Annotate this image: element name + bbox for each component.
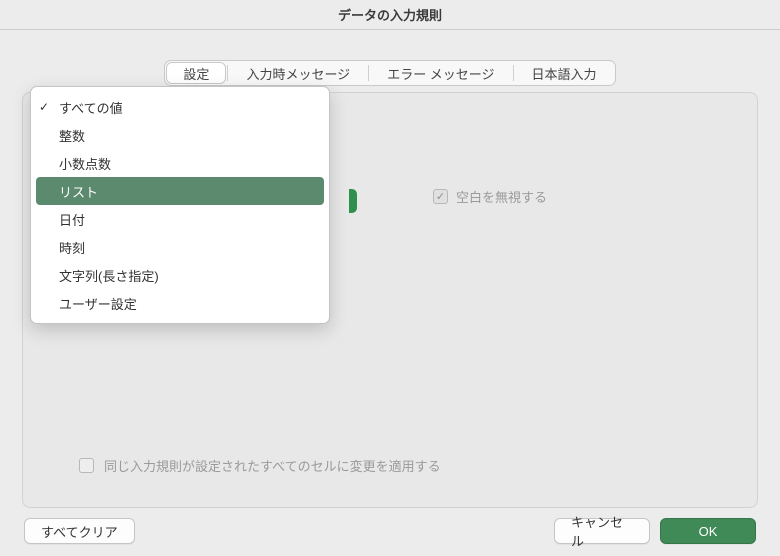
tab-error-message-label: エラー メッセージ <box>387 64 494 83</box>
apply-changes-label: 同じ入力規則が設定されたすべてのセルに変更を適用する <box>104 456 441 475</box>
dialog-footer: すべてクリア キャンセル OK <box>22 508 758 544</box>
cancel-button[interactable]: キャンセル <box>554 518 650 544</box>
allow-menu-item-label: すべての値 <box>59 98 123 117</box>
allow-menu-item-label: 文字列(長さ指定) <box>59 266 159 285</box>
clear-all-button[interactable]: すべてクリア <box>24 518 135 544</box>
tab-ime-label: 日本語入力 <box>532 64 597 83</box>
allow-menu-item-label: ユーザー設定 <box>59 294 137 313</box>
allow-menu-item-label: 日付 <box>59 210 85 229</box>
dialog-title: データの入力規則 <box>0 0 780 30</box>
ignore-blank-checkbox[interactable]: ✓ <box>433 189 448 204</box>
allow-menu-item[interactable]: 小数点数 <box>31 149 329 177</box>
allow-menu-item[interactable]: ✓ すべての値 <box>31 93 329 121</box>
tab-ime[interactable]: 日本語入力 <box>514 61 615 85</box>
allow-menu-item-label: 時刻 <box>59 238 85 257</box>
ignore-blank-label: 空白を無視する <box>456 187 547 206</box>
check-icon: ✓ <box>39 100 49 114</box>
tab-bar: 設定 入力時メッセージ エラー メッセージ 日本語入力 <box>22 60 758 86</box>
allow-menu-item[interactable]: リスト <box>36 177 324 205</box>
dialog-body: 設定 入力時メッセージ エラー メッセージ 日本語入力 条件の設定 許可: ✓ <box>0 30 780 556</box>
clear-all-label: すべてクリア <box>41 522 118 541</box>
ok-label: OK <box>699 524 718 539</box>
allow-popup-menu[interactable]: ✓ すべての値整数小数点数リスト日付時刻文字列(長さ指定) ユーザー設定 <box>30 86 330 324</box>
apply-changes-checkbox[interactable] <box>79 458 94 473</box>
apply-changes-row: 同じ入力規則が設定されたすべてのセルに変更を適用する <box>79 456 441 475</box>
allow-menu-item[interactable]: 日付 <box>31 205 329 233</box>
ok-button[interactable]: OK <box>660 518 756 544</box>
cancel-label: キャンセル <box>571 512 633 550</box>
allow-dropdown-edge <box>349 189 357 213</box>
allow-menu-item-label: リスト <box>59 182 98 201</box>
allow-menu-item[interactable]: ユーザー設定 <box>31 289 329 317</box>
dialog-title-text: データの入力規則 <box>338 5 442 24</box>
allow-menu-item-label: 小数点数 <box>59 154 111 173</box>
allow-menu-item[interactable]: 整数 <box>31 121 329 149</box>
allow-menu-item[interactable]: 時刻 <box>31 233 329 261</box>
ignore-blank-row: ✓ 空白を無視する <box>433 187 547 206</box>
allow-menu-item[interactable]: 文字列(長さ指定) <box>31 261 329 289</box>
tab-input-message-label: 入力時メッセージ <box>246 64 350 83</box>
tab-error-message[interactable]: エラー メッセージ <box>369 61 512 85</box>
allow-menu-item-label: 整数 <box>59 126 85 145</box>
tab-settings[interactable]: 設定 <box>166 62 226 84</box>
tab-settings-label: 設定 <box>183 64 209 83</box>
tab-input-message[interactable]: 入力時メッセージ <box>228 61 368 85</box>
tab-segmented-control: 設定 入力時メッセージ エラー メッセージ 日本語入力 <box>164 60 615 86</box>
